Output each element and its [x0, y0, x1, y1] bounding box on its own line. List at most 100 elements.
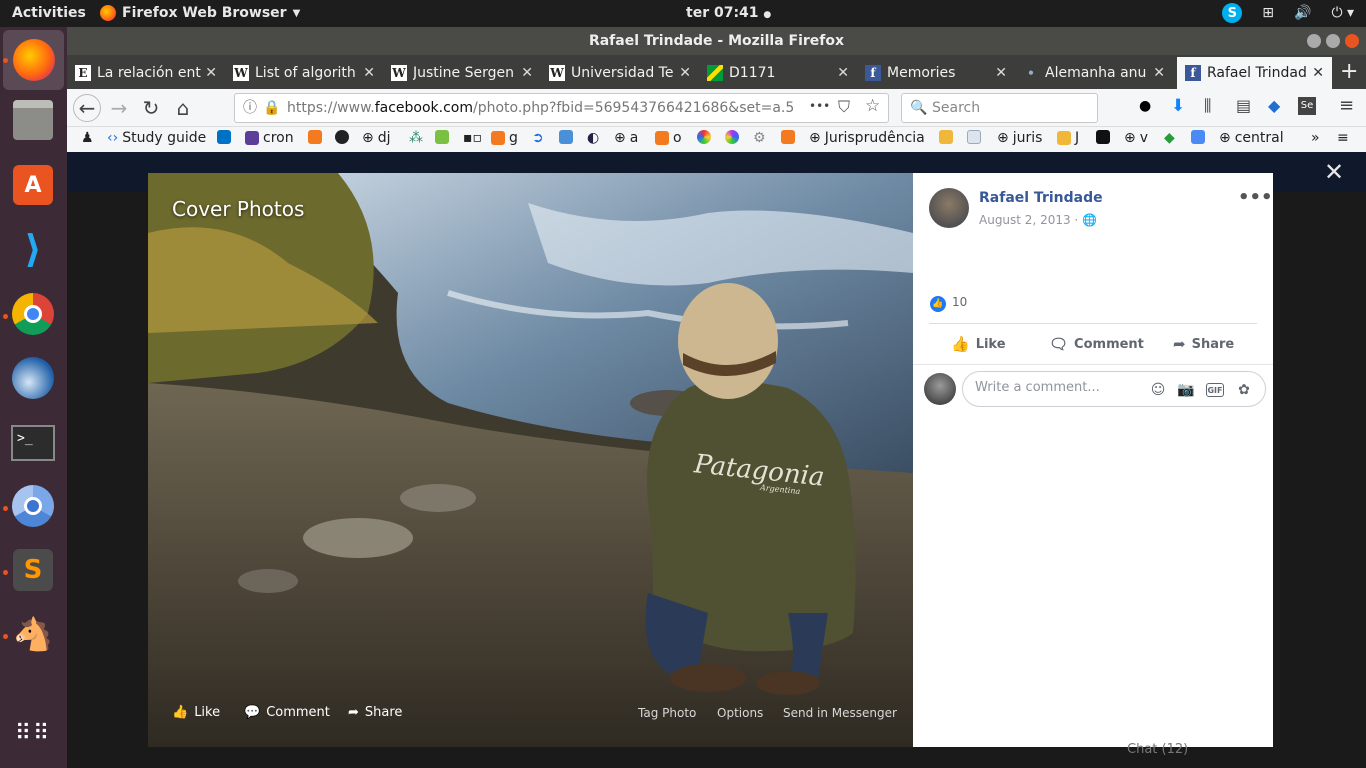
- like-reaction-icon[interactable]: 👍: [930, 296, 946, 312]
- options-link[interactable]: Options: [717, 706, 763, 720]
- search-input[interactable]: 🔍 Search: [901, 93, 1098, 123]
- avatar[interactable]: [929, 188, 969, 228]
- photo-viewer[interactable]: Patagonia Argentina Cover Photos 👍 Like 💬…: [148, 173, 913, 747]
- bookmark-doc[interactable]: [967, 130, 981, 144]
- pocket-icon[interactable]: ⛉: [838, 97, 850, 117]
- bookmark-central[interactable]: ⊕ central: [1219, 130, 1284, 146]
- extension-blue-icon[interactable]: ◆: [1268, 96, 1280, 115]
- close-button[interactable]: [1345, 34, 1359, 48]
- send-in-messenger-link[interactable]: Send in Messenger: [783, 706, 897, 720]
- post-menu-button[interactable]: •••: [1238, 187, 1273, 208]
- bookmark-misc[interactable]: ▪▫: [463, 130, 482, 146]
- bookmark-box[interactable]: [308, 130, 322, 144]
- bookmark-grid[interactable]: [559, 130, 573, 144]
- tab[interactable]: W Justine Sergen ✕: [383, 57, 541, 89]
- close-icon[interactable]: ✕: [1153, 65, 1165, 81]
- bookmark-box2[interactable]: [781, 130, 795, 144]
- tab[interactable]: D1171 ✕: [699, 57, 857, 89]
- bookmark-face[interactable]: [435, 130, 449, 144]
- comment-box[interactable]: ☺ 📷 GIF ✿: [962, 371, 1266, 407]
- bookmark-study-guide[interactable]: ‹› Study guide: [107, 130, 206, 146]
- sidebar-icon[interactable]: ▤: [1236, 96, 1251, 115]
- close-icon[interactable]: ✕: [1312, 65, 1324, 81]
- app-menu[interactable]: Firefox Web Browser ▼: [100, 5, 300, 21]
- skype-icon[interactable]: S: [1222, 3, 1243, 23]
- bookmark-color2[interactable]: [725, 130, 739, 144]
- bookmark-brazil[interactable]: ◆: [1164, 130, 1175, 146]
- menu-icon[interactable]: ≡: [1337, 130, 1349, 146]
- vscode-launcher[interactable]: ⟩: [10, 226, 56, 272]
- post-date[interactable]: August 2, 2013 · 🌐: [979, 213, 1097, 227]
- bookmark-circle[interactable]: ◐: [587, 130, 599, 146]
- url-bar[interactable]: ⓘ 🔒 https://www.facebook.com/photo.php?f…: [234, 93, 889, 123]
- bookmark-j[interactable]: J: [1057, 130, 1079, 146]
- bookmark-github[interactable]: [335, 130, 349, 144]
- chat-bar[interactable]: Chat (12): [1127, 742, 1188, 757]
- selenium-icon[interactable]: Se: [1298, 97, 1316, 115]
- bookmark-plant-icon[interactable]: ♟: [81, 130, 94, 146]
- camera-icon[interactable]: 📷: [1177, 381, 1195, 399]
- share-button[interactable]: ➦ Share: [1173, 335, 1234, 353]
- close-icon[interactable]: ✕: [995, 65, 1007, 81]
- hamburger-menu-icon[interactable]: ≡: [1339, 95, 1354, 116]
- software-launcher[interactable]: A: [10, 162, 56, 208]
- tag-photo-link[interactable]: Tag Photo: [638, 706, 696, 720]
- close-icon[interactable]: ✕: [837, 65, 849, 81]
- bookmark-v[interactable]: ⊕ v: [1124, 130, 1148, 146]
- bookmark-jurisprudencia[interactable]: ⊕ Jurisprudência: [809, 130, 925, 146]
- bookmark-dark[interactable]: [1096, 130, 1110, 144]
- album-title[interactable]: Cover Photos: [172, 197, 304, 221]
- like-count[interactable]: 10: [952, 295, 967, 309]
- tab[interactable]: W List of algorith ✕: [225, 57, 383, 89]
- bookmark-cron[interactable]: cron: [245, 130, 294, 146]
- tab[interactable]: f Memories ✕: [857, 57, 1015, 89]
- thunderbird-launcher[interactable]: [10, 355, 56, 401]
- tab[interactable]: W Universidad Te ✕: [541, 57, 699, 89]
- power-icon[interactable]: ⏻ ▾: [1331, 5, 1354, 21]
- bookmark-juris[interactable]: ⊕ juris: [997, 130, 1042, 146]
- photo-like-button[interactable]: 👍 Like: [172, 705, 220, 720]
- info-icon[interactable]: ⓘ: [243, 94, 257, 122]
- chrome-launcher[interactable]: [10, 291, 56, 337]
- maximize-button[interactable]: [1326, 34, 1340, 48]
- close-icon[interactable]: ✕: [1324, 158, 1344, 186]
- close-icon[interactable]: ✕: [363, 65, 375, 81]
- back-button[interactable]: ←: [73, 94, 101, 122]
- tab[interactable]: E La relación ent ✕: [67, 57, 225, 89]
- show-apps-button[interactable]: ⠿⠿: [10, 711, 56, 757]
- bookmark-folder[interactable]: [939, 130, 953, 144]
- sublime-launcher[interactable]: S: [10, 547, 56, 593]
- bookmark-a[interactable]: ⊕ a: [614, 130, 638, 146]
- bookmark-dj[interactable]: ⊕ dj: [362, 130, 391, 146]
- bookmark-color1[interactable]: [697, 130, 711, 144]
- emoji-icon[interactable]: ☺: [1149, 381, 1167, 399]
- close-icon[interactable]: ✕: [205, 65, 217, 81]
- bookmark-translate[interactable]: [1191, 130, 1205, 144]
- files-launcher[interactable]: [10, 97, 56, 143]
- close-icon[interactable]: ✕: [521, 65, 533, 81]
- reload-button[interactable]: ↻: [137, 94, 165, 122]
- firefox-launcher[interactable]: [3, 30, 64, 90]
- download-icon[interactable]: ⬇: [1171, 96, 1185, 116]
- bookmark-outlook[interactable]: [217, 130, 231, 144]
- emule-launcher[interactable]: 🐴: [10, 611, 56, 657]
- minimize-button[interactable]: [1307, 34, 1321, 48]
- tab-active[interactable]: f Rafael Trindad ✕: [1177, 57, 1332, 89]
- terminal-launcher[interactable]: >_: [10, 420, 56, 466]
- clock[interactable]: ter 07:41 ●: [686, 5, 771, 21]
- photo-share-button[interactable]: ➦ Share: [348, 705, 402, 720]
- chromium-launcher[interactable]: [10, 483, 56, 529]
- extension-icon[interactable]: ●: [1139, 98, 1151, 114]
- bookmark-star-icon[interactable]: ☆: [865, 96, 880, 116]
- bookmark-tree[interactable]: ⁂: [409, 130, 423, 146]
- bookmark-gear[interactable]: ⚙: [753, 130, 766, 146]
- new-tab-button[interactable]: +: [1340, 59, 1358, 84]
- bookmarks-overflow-icon[interactable]: »: [1311, 130, 1320, 146]
- like-button[interactable]: 👍 Like: [951, 335, 1006, 353]
- network-icon[interactable]: ⊞: [1262, 5, 1274, 21]
- forward-button[interactable]: →: [105, 94, 133, 122]
- library-icon[interactable]: ⫼: [1204, 96, 1211, 116]
- author-name[interactable]: Rafael Trindade: [979, 190, 1103, 206]
- current-user-avatar[interactable]: [924, 373, 956, 405]
- bookmark-arrow[interactable]: ➲: [532, 130, 544, 146]
